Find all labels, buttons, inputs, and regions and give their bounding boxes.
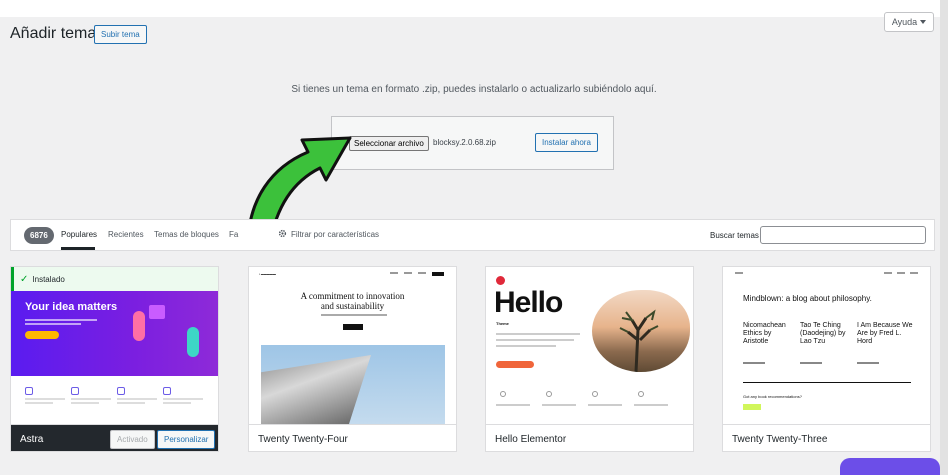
scrollbar-track[interactable] — [940, 0, 948, 475]
preview-illustration — [133, 311, 145, 341]
preview-cta — [25, 331, 59, 339]
theme-footer: Twenty Twenty-Three — [723, 424, 930, 451]
preview-subheading: Theme — [496, 321, 509, 326]
theme-card-twenty-twenty-three[interactable]: Mindblown: a blog about philosophy. Nico… — [722, 266, 931, 452]
gear-icon — [278, 229, 287, 238]
upload-theme-button[interactable]: Subir tema — [94, 25, 147, 44]
selected-file-name: blocksy.2.0.68.zip — [433, 138, 496, 147]
theme-screenshot: Mindblown: a blog about philosophy. Nico… — [723, 267, 930, 424]
preview-post-title: Tao Te Ching (Daodejing) by Lao Tzu — [800, 322, 846, 346]
preview-heading: Your idea matters — [25, 301, 118, 313]
search-themes-input[interactable] — [760, 226, 926, 244]
preview-cta — [496, 361, 534, 368]
theme-card-twenty-twenty-four[interactable]: ▪ ▬▬▬▬▬ A commitment to innovation and s… — [248, 266, 457, 452]
preview-text-line — [634, 404, 668, 406]
tab-favorites[interactable]: Fa — [229, 230, 238, 239]
preview-illustration — [187, 327, 199, 357]
preview-post-date — [743, 362, 765, 364]
theme-name: Twenty Twenty-Four — [258, 434, 348, 445]
preview-site-title: ▪ ▬▬▬▬▬ — [259, 272, 276, 276]
floating-widget[interactable] — [840, 458, 940, 475]
theme-card-hello-elementor[interactable]: Hello Theme Hello Elementor — [485, 266, 694, 452]
install-now-button[interactable]: Instalar ahora — [535, 133, 598, 152]
preview-text-line — [25, 323, 81, 325]
preview-text-line — [496, 339, 574, 341]
preview-text-line — [321, 314, 387, 316]
customize-button[interactable]: Personalizar — [157, 430, 216, 449]
preview-feature-icon — [638, 391, 644, 397]
preview-post-title: I Am Because We Are by Fred L. Hord — [857, 322, 913, 346]
theme-screenshot: Hello Theme — [486, 267, 693, 424]
preview-feature — [71, 387, 111, 404]
preview-hero: Your idea matters — [11, 291, 218, 376]
preview-post-date — [857, 362, 879, 364]
preview-cta — [343, 324, 363, 330]
theme-name: Hello Elementor — [495, 434, 567, 445]
help-button[interactable]: Ayuda — [884, 12, 934, 32]
top-strip — [0, 0, 948, 17]
theme-card-astra[interactable]: ✓ Instalado Your idea matters Astra Acti… — [10, 266, 219, 452]
tab-recent[interactable]: Recientes — [108, 230, 144, 239]
installed-label: Instalado — [32, 274, 65, 284]
preview-text-line — [588, 404, 622, 406]
preview-post-title: Nicomachean Ethics by Aristotle — [743, 322, 786, 346]
theme-footer: Twenty Twenty-Four — [249, 424, 456, 451]
search-label: Buscar temas — [710, 231, 759, 240]
preview-logo — [496, 276, 505, 285]
preview-heading: Mindblown: a blog about philosophy. — [743, 294, 872, 303]
preview-post-date — [800, 362, 822, 364]
theme-screenshot: ✓ Instalado Your idea matters — [11, 267, 218, 424]
theme-name: Twenty Twenty-Three — [732, 434, 828, 445]
help-label: Ayuda — [891, 17, 918, 27]
preview-feature-icon — [592, 391, 598, 397]
preview-feature-icon — [500, 391, 506, 397]
active-tab-indicator — [61, 247, 95, 250]
preview-feature-icon — [546, 391, 552, 397]
preview-site-title — [735, 272, 743, 274]
preview-text-line — [496, 404, 530, 406]
page: Ayuda Añadir temas Subir tema Si tienes … — [0, 0, 948, 475]
theme-count-badge: 6876 — [24, 227, 54, 244]
tab-popular[interactable]: Populares — [61, 230, 97, 239]
preview-heading: A commitment to innovation and sustainab… — [249, 291, 456, 312]
activated-button: Activado — [110, 430, 155, 449]
theme-name: Astra — [20, 434, 44, 445]
theme-footer: Astra Activado Personalizar — [11, 424, 218, 451]
feature-filter-button[interactable]: Filtrar por características — [291, 230, 379, 239]
upload-message: Si tienes un tema en formato .zip, puede… — [291, 84, 657, 95]
preview-feature — [25, 387, 65, 404]
preview-text-line — [542, 404, 576, 406]
preview-text-line — [496, 345, 556, 347]
theme-screenshot: ▪ ▬▬▬▬▬ A commitment to innovation and s… — [249, 267, 456, 424]
preview-nav — [884, 272, 918, 274]
preview-divider — [743, 382, 911, 383]
preview-nav — [390, 272, 444, 276]
theme-footer: Hello Elementor — [486, 424, 693, 451]
preview-feature — [163, 387, 203, 404]
preview-illustration — [149, 305, 165, 319]
preview-question: Got any book recommendations? — [743, 394, 802, 399]
chevron-down-icon — [920, 20, 927, 24]
installed-notice: ✓ Instalado — [11, 267, 218, 291]
preview-text-line — [496, 333, 580, 335]
preview-heading-line-2: and sustainability — [320, 300, 385, 311]
preview-heading: Hello — [494, 286, 563, 319]
tab-block-themes[interactable]: Temas de bloques — [154, 230, 219, 239]
preview-building-image — [261, 345, 445, 424]
checkmark-icon: ✓ — [20, 273, 29, 285]
preview-text-line — [25, 319, 97, 321]
page-title: Añadir temas — [10, 25, 105, 42]
preview-cta — [743, 404, 761, 410]
preview-feature — [117, 387, 157, 404]
preview-plant-image — [592, 290, 690, 372]
